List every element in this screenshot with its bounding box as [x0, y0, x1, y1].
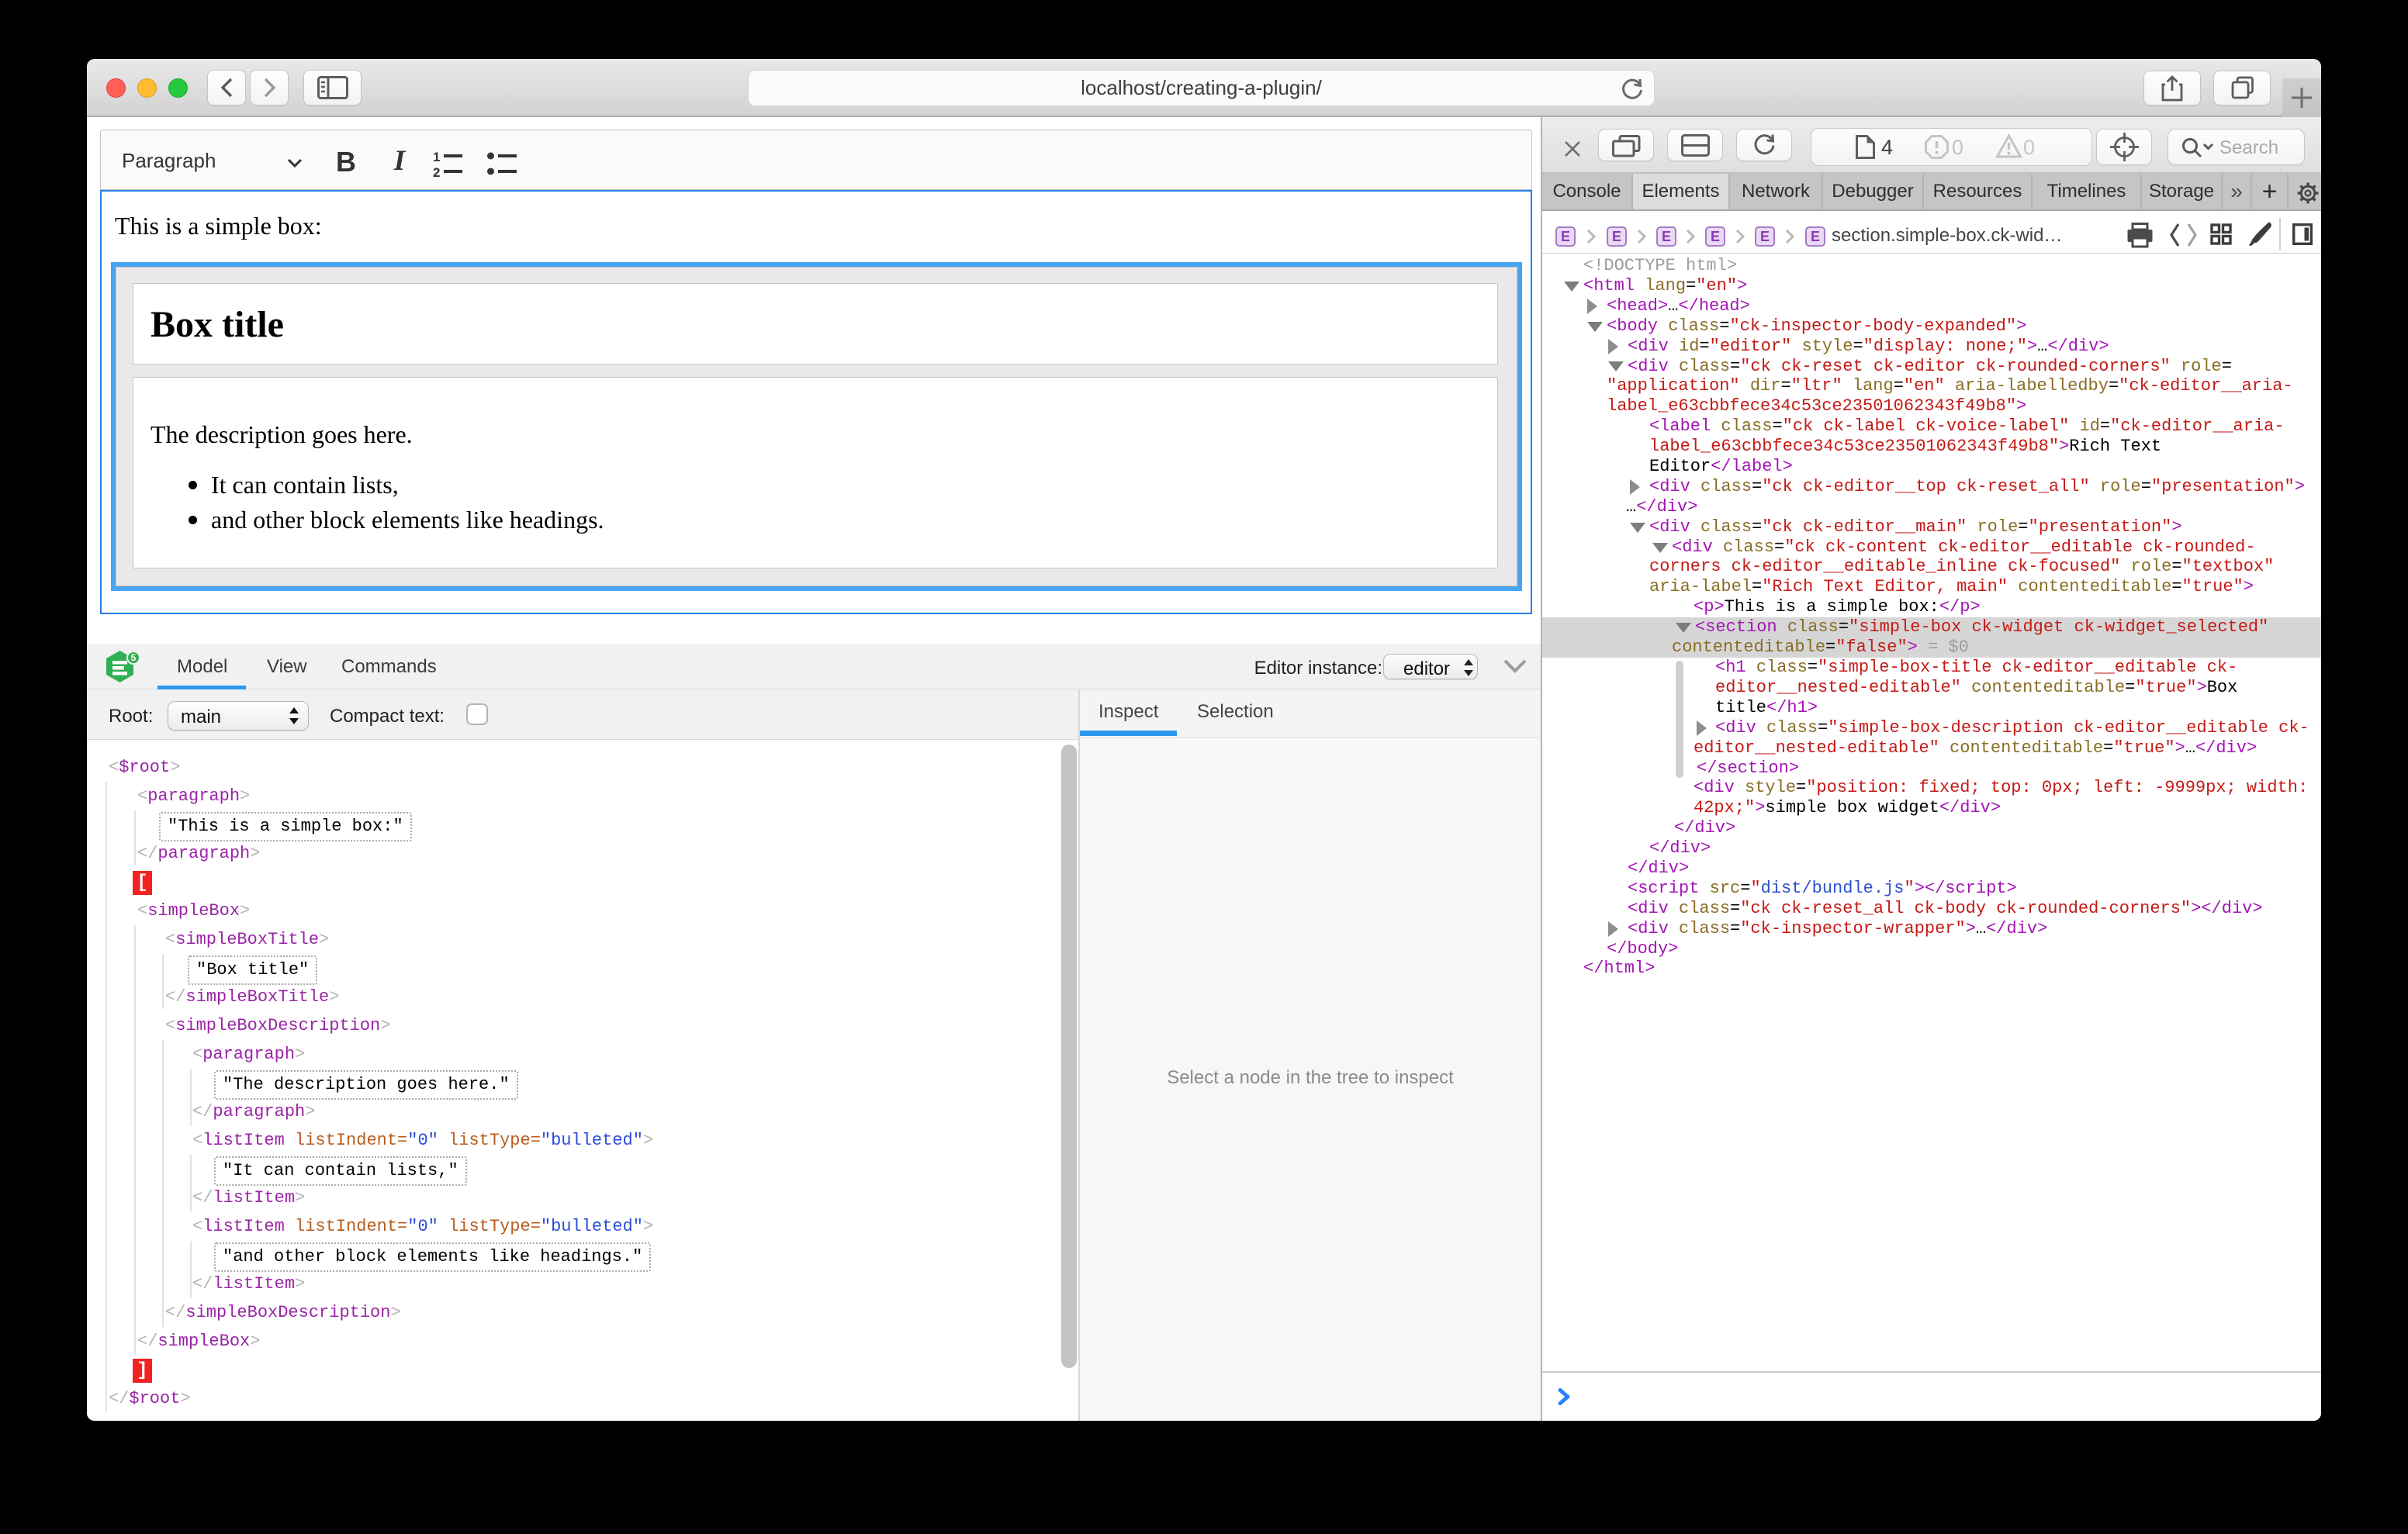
- svg-text:2: 2: [433, 165, 440, 180]
- svg-text:1: 1: [433, 150, 440, 164]
- svg-text:5: 5: [131, 652, 137, 663]
